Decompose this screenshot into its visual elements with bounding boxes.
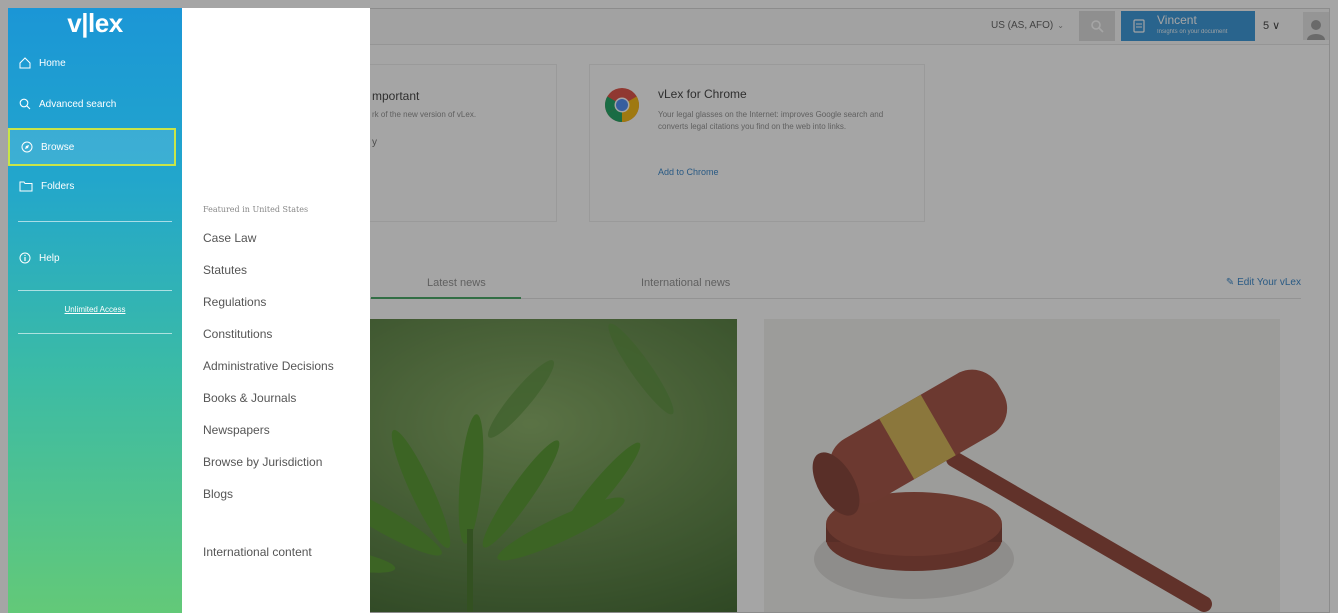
sidebar-divider (18, 221, 172, 222)
browse-panel-heading: Featured in United States (203, 205, 309, 214)
sidebar-item-home[interactable]: Home (8, 45, 182, 81)
browse-item-case-law[interactable]: Case Law (203, 231, 256, 245)
sidebar-item-label: Browse (41, 141, 75, 153)
browse-item-statutes[interactable]: Statutes (203, 263, 247, 277)
browse-item-constitutions[interactable]: Constitutions (203, 327, 272, 341)
folder-icon (19, 181, 33, 192)
browse-item-browse-by-jurisdiction[interactable]: Browse by Jurisdiction (203, 455, 322, 469)
sidebar-item-label: Help (39, 252, 60, 264)
home-icon (19, 57, 31, 69)
browse-item-administrative-decisions[interactable]: Administrative Decisions (203, 359, 334, 373)
sidebar-item-browse[interactable]: Browse (8, 128, 176, 166)
sidebar-item-label: Advanced search (39, 98, 117, 110)
sidebar-item-folders[interactable]: Folders (8, 168, 182, 204)
sidebar-item-advanced-search[interactable]: Advanced search (8, 86, 182, 122)
browse-item-blogs[interactable]: Blogs (203, 487, 233, 501)
sidebar-item-help[interactable]: Help (8, 240, 182, 276)
info-icon (19, 252, 31, 264)
vlex-logo[interactable]: v|lex (8, 8, 182, 39)
compass-icon (21, 141, 33, 153)
unlimited-access-link[interactable]: Unlimited Access (8, 305, 182, 314)
sidebar: v|lex Home Advanced search Browse Folder… (8, 8, 182, 613)
sidebar-divider (18, 290, 172, 291)
browse-item-regulations[interactable]: Regulations (203, 295, 266, 309)
browse-item-international-content[interactable]: International content (203, 545, 312, 559)
search-icon (19, 98, 31, 110)
sidebar-item-label: Folders (41, 180, 75, 192)
sidebar-item-label: Home (39, 57, 66, 69)
browse-item-books-journals[interactable]: Books & Journals (203, 391, 296, 405)
browse-panel: Featured in United States Case Law Statu… (182, 8, 370, 613)
browse-item-newspapers[interactable]: Newspapers (203, 423, 270, 437)
sidebar-divider (18, 333, 172, 334)
